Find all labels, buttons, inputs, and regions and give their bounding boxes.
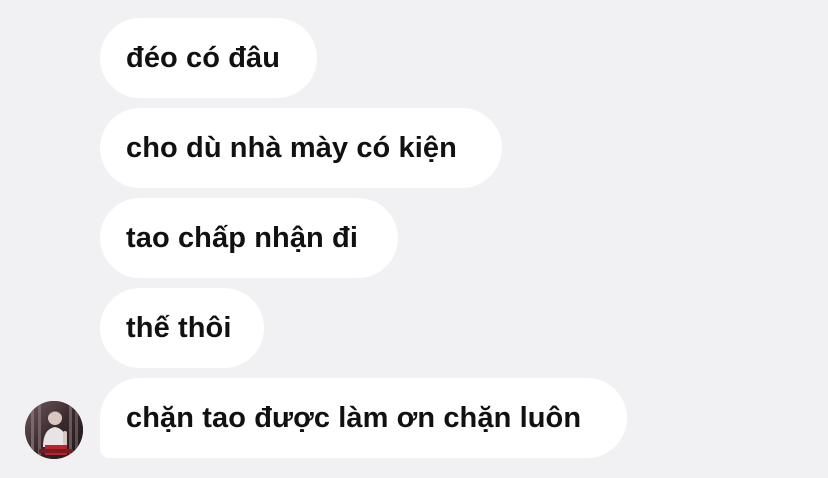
message-text: đéo có đâu (126, 41, 281, 74)
message-bubble[interactable]: cho dù nhà mày có kiện (100, 108, 502, 188)
message-text: cho dù nhà mày có kiện (126, 131, 457, 164)
user-avatar-photo-icon (25, 401, 83, 459)
message-bubble[interactable]: thế thôi (100, 288, 264, 368)
chat-thread: đéo có đâu cho dù nhà mày có kiện tao ch… (0, 0, 828, 478)
message-text: tao chấp nhận đi (126, 221, 358, 254)
sender-avatar[interactable] (25, 401, 83, 459)
message-bubble[interactable]: chặn tao được làm ơn chặn luôn (100, 378, 627, 458)
message-text: chặn tao được làm ơn chặn luôn (126, 401, 582, 434)
message-bubble[interactable]: đéo có đâu (100, 18, 317, 98)
message-text: thế thôi (126, 311, 232, 344)
message-bubble[interactable]: tao chấp nhận đi (100, 198, 398, 278)
